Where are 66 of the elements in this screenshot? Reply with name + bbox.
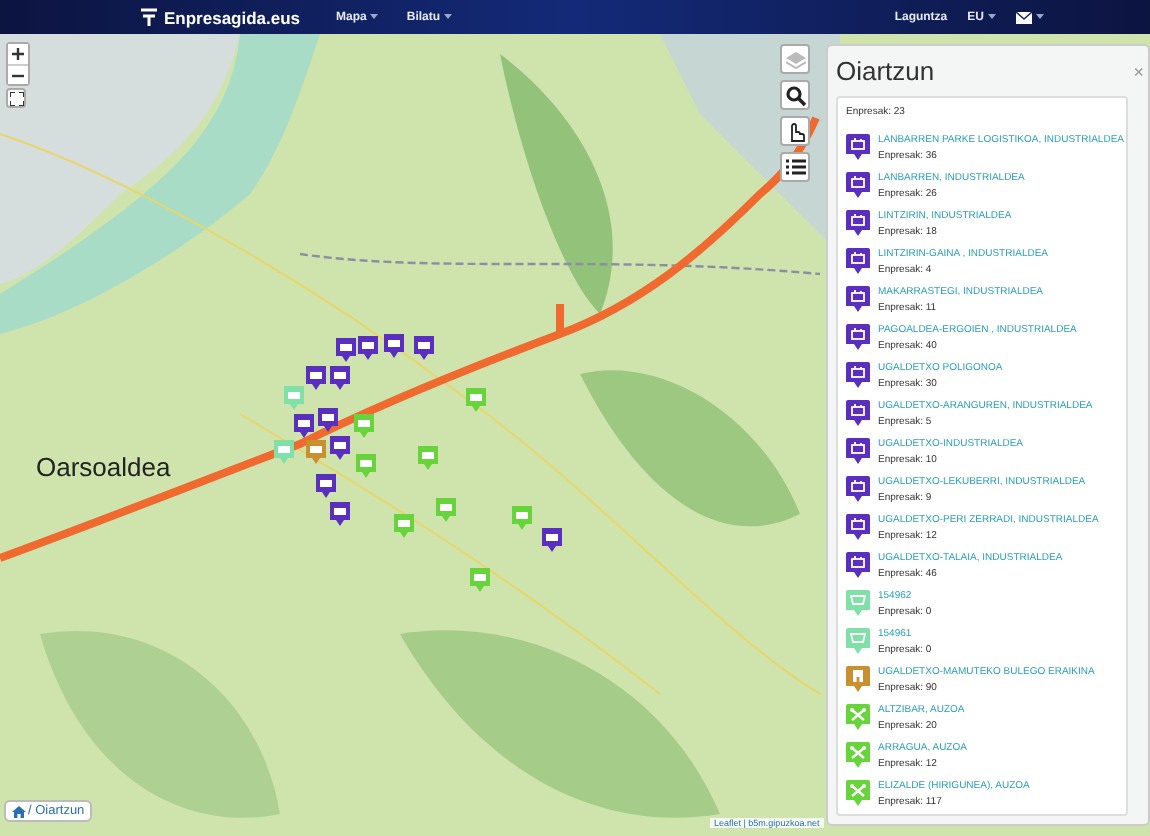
map-marker-icon[interactable] (330, 436, 350, 460)
map-marker-icon[interactable] (512, 506, 532, 530)
search-button[interactable] (780, 80, 810, 110)
cart-marker-icon (846, 590, 870, 616)
cart-marker-icon (846, 628, 870, 654)
caret-icon (988, 14, 996, 20)
map-marker-icon[interactable] (414, 336, 434, 360)
hand-icon (785, 121, 805, 141)
list-button[interactable] (780, 152, 810, 182)
map-marker-icon[interactable] (356, 454, 376, 478)
map-marker-icon[interactable] (330, 366, 350, 390)
envelope-icon (1016, 11, 1032, 23)
map-marker-icon[interactable] (358, 336, 378, 360)
mail-menu[interactable] (1016, 11, 1044, 23)
map-marker-icon[interactable] (418, 446, 438, 470)
tools-marker-icon (846, 704, 870, 730)
factory-marker-icon (846, 438, 870, 464)
map-marker-icon[interactable] (284, 386, 304, 410)
factory-marker-icon (846, 134, 870, 160)
search-icon (785, 85, 805, 105)
map-marker-icon[interactable] (306, 366, 326, 390)
map-marker-icon[interactable] (394, 514, 414, 538)
map-marker-icon[interactable] (436, 498, 456, 522)
factory-marker-icon (846, 400, 870, 426)
map-marker-icon[interactable] (384, 334, 404, 358)
place-label: Oarsoaldea (36, 452, 171, 482)
caret-icon (1036, 14, 1044, 20)
tools-marker-icon (846, 780, 870, 806)
factory-marker-icon (846, 362, 870, 388)
minus-icon (12, 69, 24, 81)
zoom-in-button[interactable] (8, 44, 28, 64)
panel-title: Oiartzun (836, 56, 935, 86)
factory-marker-icon (846, 286, 870, 312)
factory-marker-icon (846, 514, 870, 540)
factory-marker-icon (846, 552, 870, 578)
tools-marker-icon (846, 742, 870, 768)
map-marker-icon[interactable] (330, 502, 350, 526)
list-icon (785, 157, 805, 177)
layers-icon (785, 49, 805, 69)
map-marker-icon[interactable] (274, 440, 294, 464)
building-marker-icon (846, 666, 870, 692)
pointer-button[interactable] (780, 116, 810, 146)
map-marker-icon[interactable] (542, 528, 562, 552)
map-marker-icon[interactable] (354, 414, 374, 438)
fullscreen-button[interactable] (6, 88, 26, 108)
caret-icon (444, 14, 453, 20)
home-icon (12, 805, 26, 817)
map-marker-icon[interactable] (318, 408, 338, 432)
map-marker-icon[interactable] (294, 414, 314, 438)
factory-marker-icon (846, 476, 870, 502)
plus-icon (12, 48, 24, 60)
logo-link[interactable]: Enpresagida.eus (140, 7, 301, 27)
map-marker-icon[interactable] (306, 440, 326, 464)
factory-marker-icon (846, 172, 870, 198)
close-button[interactable]: × (1133, 61, 1144, 81)
map-marker-icon[interactable] (336, 338, 356, 362)
map-marker-icon[interactable] (466, 388, 486, 412)
caret-icon (370, 14, 379, 20)
map-marker-icon[interactable] (316, 474, 336, 498)
logo-icon (140, 8, 158, 26)
fullscreen-icon (9, 91, 23, 105)
zoom-out-button[interactable] (8, 64, 28, 84)
factory-marker-icon (846, 248, 870, 274)
factory-marker-icon (846, 210, 870, 236)
map-marker-icon[interactable] (470, 568, 490, 592)
factory-marker-icon (846, 324, 870, 350)
